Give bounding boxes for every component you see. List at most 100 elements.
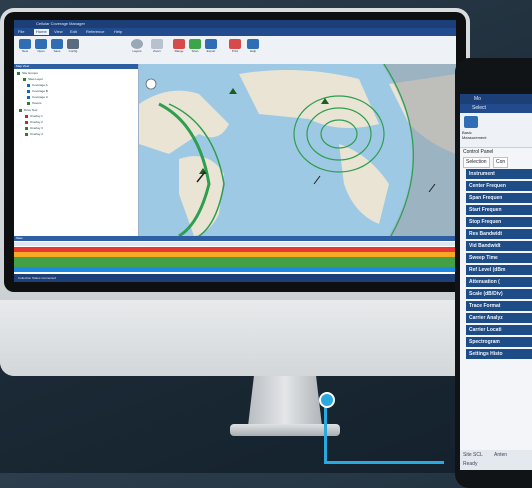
tree-item[interactable]: Drive Test bbox=[19, 108, 37, 113]
tree-item-label: Towers bbox=[32, 101, 42, 105]
tree-item-label: Sites Layer bbox=[28, 77, 44, 81]
layer-icon bbox=[27, 83, 30, 87]
panel-item[interactable]: Stop Frequen bbox=[466, 217, 532, 228]
tablet-select-tab[interactable]: Select bbox=[460, 104, 532, 113]
tree-item[interactable]: Overlay 3 bbox=[25, 126, 43, 131]
ribbon-label: Zoom bbox=[153, 49, 161, 53]
tree-item[interactable]: Towers bbox=[27, 101, 42, 106]
tree-item[interactable]: Coverage C bbox=[27, 95, 48, 100]
ribbon-save-button[interactable]: Save bbox=[50, 39, 64, 57]
panel-item[interactable]: Attenuation ( bbox=[466, 277, 532, 288]
scan-icon bbox=[189, 39, 201, 49]
layer-icon bbox=[27, 89, 30, 93]
panel-item[interactable]: Sweep Time bbox=[466, 253, 532, 264]
tree-title: Map View bbox=[14, 64, 138, 69]
table-row[interactable] bbox=[14, 267, 456, 272]
menu-reference[interactable]: Reference bbox=[86, 29, 104, 35]
config-icon bbox=[67, 39, 79, 49]
panel-item[interactable]: Carrier Analyz bbox=[466, 313, 532, 324]
panel-item[interactable]: Res Bandwidt bbox=[466, 229, 532, 240]
route-line bbox=[313, 175, 321, 185]
tree-item-label: Coverage B bbox=[32, 89, 48, 93]
menu-home[interactable]: Home bbox=[34, 29, 49, 35]
status-text: Collection Status Connected bbox=[18, 276, 56, 280]
save-icon bbox=[51, 39, 63, 49]
tab-con[interactable]: Con bbox=[493, 157, 509, 168]
ribbon-layers-button[interactable]: Layers bbox=[130, 39, 144, 57]
ribbon-label: Basic Measurement bbox=[462, 130, 487, 140]
menu-bar: File Home View Edit Reference Help bbox=[14, 28, 456, 36]
menu-help[interactable]: Help bbox=[114, 29, 122, 35]
tree-item[interactable]: Site Groups bbox=[17, 71, 38, 76]
open-icon bbox=[35, 39, 47, 49]
connector-line bbox=[324, 404, 327, 464]
panel-item[interactable]: Start Frequen bbox=[466, 205, 532, 216]
ribbon-new-button[interactable]: New bbox=[18, 39, 32, 57]
panel-item[interactable]: Vid Bandwidt bbox=[466, 241, 532, 252]
menu-file[interactable]: File bbox=[18, 29, 24, 35]
print-icon bbox=[229, 39, 241, 49]
tablet-footer: Site SCL Anten Ready bbox=[460, 450, 532, 470]
layer-icon bbox=[25, 114, 28, 118]
panel-item[interactable]: Carrier Locati bbox=[466, 325, 532, 336]
ribbon-label: Layers bbox=[132, 49, 142, 53]
tree-item-label: Overlay 4 bbox=[30, 132, 43, 136]
tree-item[interactable]: Overlay 4 bbox=[25, 132, 43, 137]
layer-icon bbox=[23, 77, 26, 81]
ribbon-help-button[interactable]: Help bbox=[246, 39, 260, 57]
ribbon-label: Config bbox=[68, 49, 78, 53]
tree-item-label: Overlay 3 bbox=[30, 126, 43, 130]
ribbon-label: Range bbox=[174, 49, 184, 53]
menu-edit[interactable]: Edit bbox=[70, 29, 77, 35]
range-icon bbox=[173, 39, 185, 49]
site-marker-icon[interactable] bbox=[229, 88, 237, 94]
control-panel-label: Control Panel bbox=[463, 149, 494, 155]
folder-icon bbox=[17, 71, 20, 75]
menu-view[interactable]: View bbox=[54, 29, 63, 35]
connector-dot-icon bbox=[319, 392, 335, 408]
panel-item[interactable]: Scale (dB/Div) bbox=[466, 289, 532, 300]
window-title: Cellular Coverage Manager bbox=[14, 20, 456, 28]
ribbon-open-button[interactable]: Open bbox=[34, 39, 48, 57]
tree-item[interactable]: Overlay 2 bbox=[25, 120, 43, 125]
help-icon bbox=[247, 39, 259, 49]
layer-icon bbox=[25, 120, 28, 124]
coverage-map[interactable] bbox=[139, 64, 456, 236]
layer-icon bbox=[27, 95, 30, 99]
landmass bbox=[179, 156, 224, 236]
layers-icon bbox=[131, 39, 143, 49]
layer-icon bbox=[25, 132, 28, 136]
panel-item[interactable]: Span Frequen bbox=[466, 193, 532, 204]
tree-item-label: Site Groups bbox=[22, 71, 38, 75]
ribbon-config-button[interactable]: Config bbox=[66, 39, 80, 57]
panel-item[interactable]: Ref Level (dBm bbox=[466, 265, 532, 276]
ribbon-label: Scan bbox=[191, 49, 199, 53]
ribbon-zoom-button[interactable]: Zoom bbox=[150, 39, 164, 57]
compass-icon[interactable] bbox=[145, 78, 157, 90]
ribbon-label: Open bbox=[37, 49, 45, 53]
ribbon-scan-button[interactable]: Scan bbox=[188, 39, 202, 57]
panel-item[interactable]: Instrument bbox=[466, 169, 532, 180]
panel-item[interactable]: Trace Format bbox=[466, 301, 532, 312]
folder-icon bbox=[19, 108, 22, 112]
footer-site: Site SCL bbox=[463, 452, 483, 458]
ribbon-label: Print bbox=[231, 49, 239, 53]
tree-item[interactable]: Overlay 1 bbox=[25, 114, 43, 119]
tab-selection[interactable]: Selection bbox=[463, 157, 490, 168]
panel-item[interactable]: Center Frequen bbox=[466, 181, 532, 192]
ribbon-range-button[interactable]: Range bbox=[172, 39, 186, 57]
tablet-tabs: Selection Con bbox=[463, 157, 532, 168]
map-tree-panel: Map View Site Groups Sites Layer Coverag… bbox=[14, 64, 139, 236]
panel-item[interactable]: Spectrogram bbox=[466, 337, 532, 348]
tablet-title: Mo bbox=[460, 94, 532, 104]
tree-item[interactable]: Coverage B bbox=[27, 89, 48, 94]
tree-item[interactable]: Sites Layer bbox=[23, 77, 43, 82]
measurement-icon[interactable] bbox=[464, 116, 478, 128]
panel-item[interactable]: Settings Histo bbox=[466, 349, 532, 360]
tree-item-label: Overlay 2 bbox=[30, 120, 43, 124]
tree-item-label: Coverage C bbox=[32, 95, 49, 99]
ribbon-print-button[interactable]: Print bbox=[228, 39, 242, 57]
tree-item[interactable]: Coverage A bbox=[27, 83, 48, 88]
ribbon-export-button[interactable]: Export bbox=[204, 39, 218, 57]
status-bar: Collection Status Connected bbox=[14, 274, 456, 282]
